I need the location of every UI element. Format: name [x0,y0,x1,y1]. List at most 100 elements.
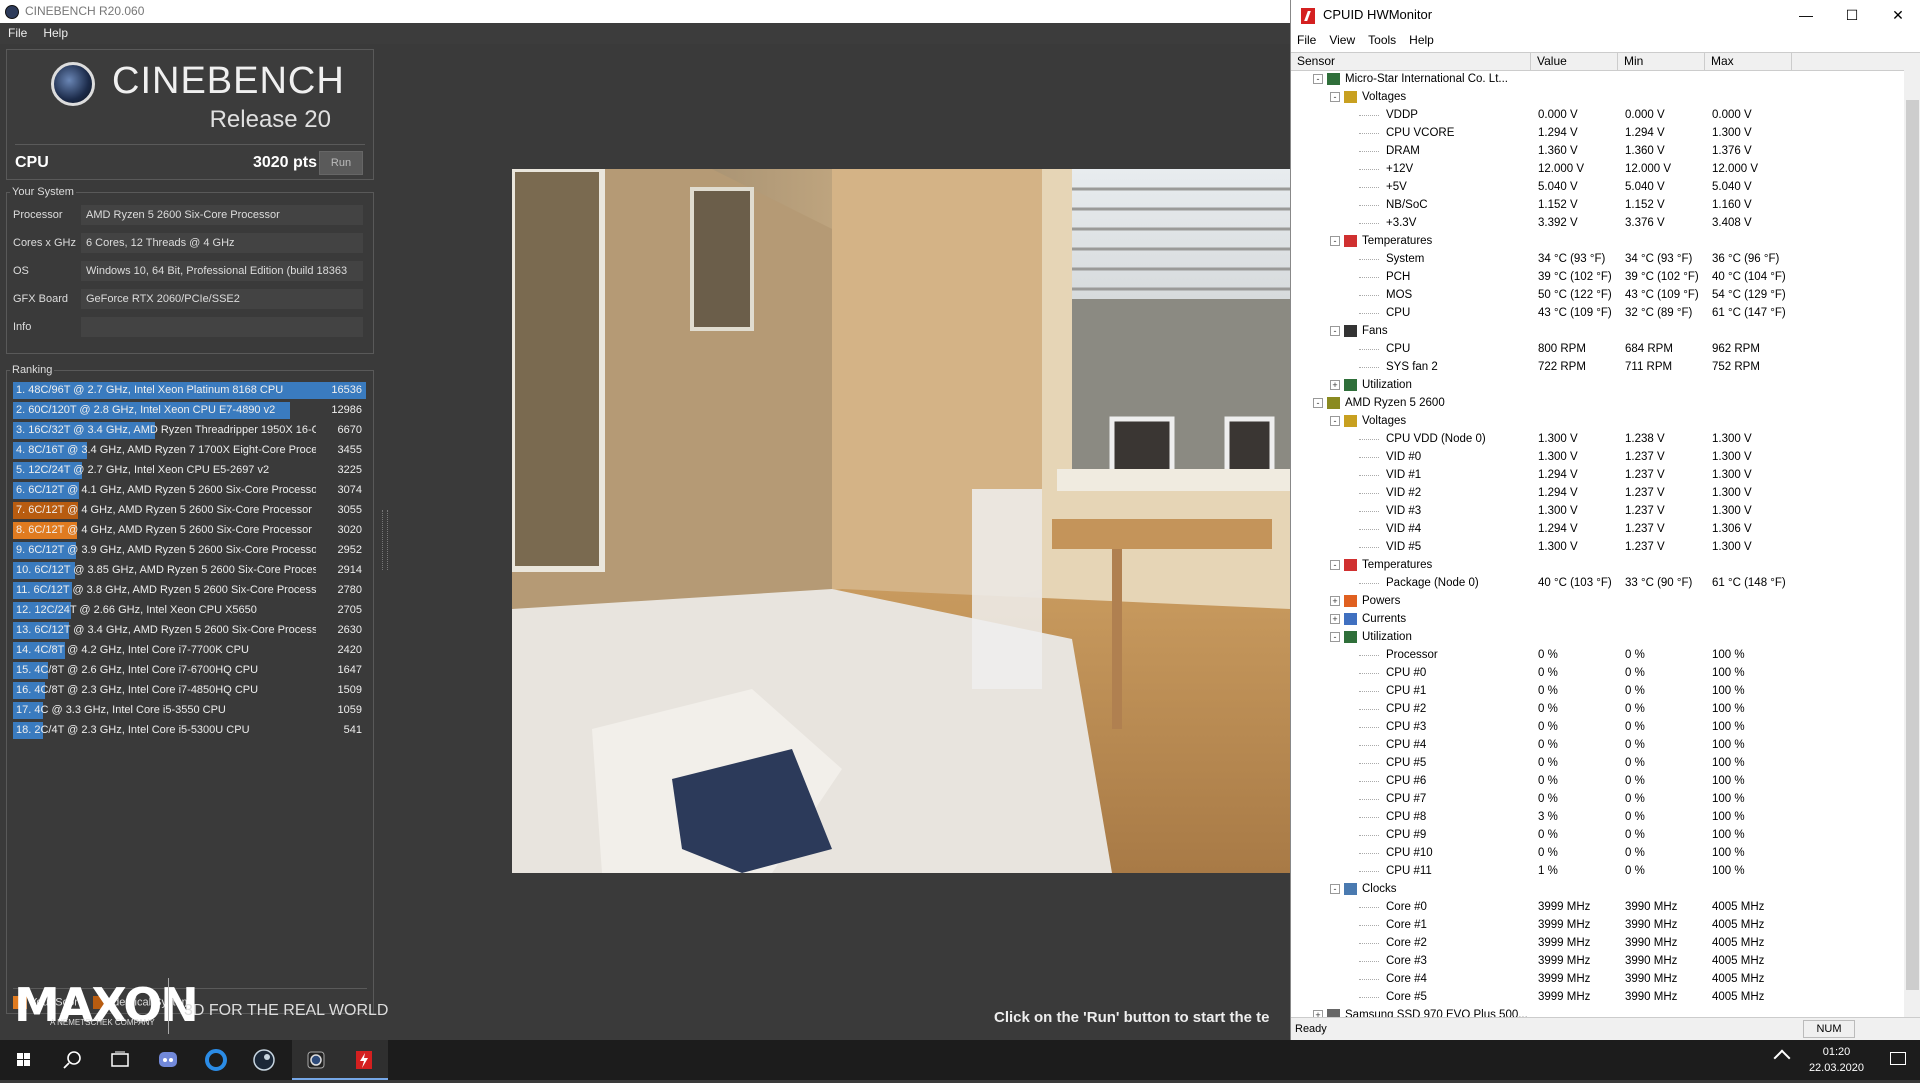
start-icon[interactable] [0,1040,48,1080]
device-row[interactable]: - AMD Ryzen 5 2600 [1291,394,1903,412]
sensor-row[interactable]: VID #3 1.300 V 1.237 V 1.300 V [1291,502,1903,520]
menu-view[interactable]: View [1323,30,1362,50]
collapse-icon[interactable]: - [1330,92,1340,102]
sensor-row[interactable]: CPU VCORE 1.294 V 1.294 V 1.300 V [1291,124,1903,142]
ranking-row[interactable]: 17. 4C @ 3.3 GHz, Intel Core i5-3550 CPU… [13,702,368,719]
sensor-row[interactable]: CPU #9 0 % 0 % 100 % [1291,826,1903,844]
sensor-row[interactable]: Core #4 3999 MHz 3990 MHz 4005 MHz [1291,970,1903,988]
sensor-row[interactable]: CPU #1 0 % 0 % 100 % [1291,682,1903,700]
sensor-group-row[interactable]: - Temperatures [1291,556,1903,574]
collapse-icon[interactable]: - [1330,884,1340,894]
notification-icon[interactable] [1890,1052,1906,1065]
collapse-icon[interactable]: - [1313,398,1323,408]
sensor-group-row[interactable]: - Utilization [1291,628,1903,646]
sensor-row[interactable]: NB/SoC 1.152 V 1.152 V 1.160 V [1291,196,1903,214]
sensor-row[interactable]: SYS fan 2 722 RPM 711 RPM 752 RPM [1291,358,1903,376]
sensor-row[interactable]: DRAM 1.360 V 1.360 V 1.376 V [1291,142,1903,160]
collapse-icon[interactable]: - [1330,326,1340,336]
sensor-row[interactable]: CPU #6 0 % 0 % 100 % [1291,772,1903,790]
expand-icon[interactable]: + [1330,614,1340,624]
column-value[interactable]: Value [1531,53,1618,70]
collapse-icon[interactable]: - [1330,560,1340,570]
collapse-icon[interactable]: - [1330,632,1340,642]
sensor-row[interactable]: VID #0 1.300 V 1.237 V 1.300 V [1291,448,1903,466]
menu-file[interactable]: File [1291,30,1323,50]
sensor-row[interactable]: CPU VDD (Node 0) 1.300 V 1.238 V 1.300 V [1291,430,1903,448]
ranking-row[interactable]: 10. 6C/12T @ 3.85 GHz, AMD Ryzen 5 2600 … [13,562,368,579]
ranking-row[interactable]: 15. 4C/8T @ 2.6 GHz, Intel Core i7-6700H… [13,662,368,679]
sensor-row[interactable]: CPU #10 0 % 0 % 100 % [1291,844,1903,862]
sensor-row[interactable]: Core #3 3999 MHz 3990 MHz 4005 MHz [1291,952,1903,970]
ranking-row[interactable]: 1. 48C/96T @ 2.7 GHz, Intel Xeon Platinu… [13,382,368,399]
collapse-icon[interactable]: - [1330,236,1340,246]
steam-icon[interactable] [240,1040,288,1080]
sensor-group-row[interactable]: - Temperatures [1291,232,1903,250]
menu-help[interactable]: Help [35,23,76,44]
sensor-group-row[interactable]: + Utilization [1291,376,1903,394]
sensor-row[interactable]: CPU 43 °C (109 °F) 32 °C (89 °F) 61 °C (147… [1291,304,1903,322]
sensor-row[interactable]: Core #0 3999 MHz 3990 MHz 4005 MHz [1291,898,1903,916]
sensor-group-row[interactable]: - Clocks [1291,880,1903,898]
scrollbar-thumb[interactable] [1906,100,1919,990]
sensor-row[interactable]: CPU #11 1 % 0 % 100 % [1291,862,1903,880]
ranking-row[interactable]: 16. 4C/8T @ 2.3 GHz, Intel Core i7-4850H… [13,682,368,699]
panel-resize-handle[interactable] [382,510,388,570]
ranking-row[interactable]: 8. 6C/12T @ 4 GHz, AMD Ryzen 5 2600 Six-… [13,522,368,539]
menu-help[interactable]: Help [1403,30,1441,50]
sensor-row[interactable]: PCH 39 °C (102 °F) 39 °C (102 °F) 40 °C (10… [1291,268,1903,286]
sensor-row[interactable]: VDDP 0.000 V 0.000 V 0.000 V [1291,106,1903,124]
cinebench-icon[interactable] [292,1040,340,1080]
sensor-row[interactable]: CPU #4 0 % 0 % 100 % [1291,736,1903,754]
discord-icon[interactable] [144,1040,192,1080]
sensor-tree-scrollbar[interactable] [1904,70,1920,1018]
ranking-row[interactable]: 7. 6C/12T @ 4 GHz, AMD Ryzen 5 2600 Six-… [13,502,368,519]
run-button[interactable]: Run [319,151,363,175]
sensor-group-row[interactable]: + Powers [1291,592,1903,610]
ranking-row[interactable]: 11. 6C/12T @ 3.8 GHz, AMD Ryzen 5 2600 S… [13,582,368,599]
sensor-row[interactable]: CPU #0 0 % 0 % 100 % [1291,664,1903,682]
ranking-row[interactable]: 4. 8C/16T @ 3.4 GHz, AMD Ryzen 7 1700X E… [13,442,368,459]
menu-tools[interactable]: Tools [1362,30,1403,50]
ranking-row[interactable]: 2. 60C/120T @ 2.8 GHz, Intel Xeon CPU E7… [13,402,368,419]
sensor-row[interactable]: CPU #5 0 % 0 % 100 % [1291,754,1903,772]
device-row[interactable]: - Micro-Star International Co. Lt... [1291,70,1903,88]
ranking-row[interactable]: 6. 6C/12T @ 4.1 GHz, AMD Ryzen 5 2600 Si… [13,482,368,499]
sensor-row[interactable]: +12V 12.000 V 12.000 V 12.000 V [1291,160,1903,178]
taskbar-clock[interactable]: 01:20 22.03.2020 [1809,1044,1864,1076]
ranking-row[interactable]: 9. 6C/12T @ 3.9 GHz, AMD Ryzen 5 2600 Si… [13,542,368,559]
column-sensor[interactable]: Sensor [1291,53,1531,70]
task-view-icon[interactable] [96,1040,144,1080]
sensor-row[interactable]: MOS 50 °C (122 °F) 43 °C (109 °F) 54 °C (12… [1291,286,1903,304]
sensor-group-row[interactable]: + Currents [1291,610,1903,628]
sensor-group-row[interactable]: - Voltages [1291,88,1903,106]
sensor-row[interactable]: Processor 0 % 0 % 100 % [1291,646,1903,664]
minimize-icon[interactable]: — [1783,0,1829,30]
close-icon[interactable]: ✕ [1875,0,1920,30]
ranking-row[interactable]: 13. 6C/12T @ 3.4 GHz, AMD Ryzen 5 2600 S… [13,622,368,639]
edge-icon[interactable] [192,1040,240,1080]
collapse-icon[interactable]: - [1313,74,1323,84]
tray-chevron-icon[interactable] [1773,1049,1791,1067]
sensor-row[interactable]: VID #4 1.294 V 1.237 V 1.306 V [1291,520,1903,538]
expand-icon[interactable]: + [1330,380,1340,390]
sensor-row[interactable]: Package (Node 0) 40 °C (103 °F) 33 °C (90 … [1291,574,1903,592]
info-input[interactable] [81,317,363,337]
ranking-row[interactable]: 14. 4C/8T @ 4.2 GHz, Intel Core i7-7700K… [13,642,368,659]
collapse-icon[interactable]: - [1330,416,1340,426]
sensor-group-row[interactable]: - Fans [1291,322,1903,340]
sensor-row[interactable]: CPU #3 0 % 0 % 100 % [1291,718,1903,736]
sensor-row[interactable]: CPU #7 0 % 0 % 100 % [1291,790,1903,808]
search-icon[interactable] [48,1040,96,1080]
column-min[interactable]: Min [1618,53,1705,70]
ranking-row[interactable]: 5. 12C/24T @ 2.7 GHz, Intel Xeon CPU E5-… [13,462,368,479]
column-max[interactable]: Max [1705,53,1792,70]
menu-file[interactable]: File [0,23,35,44]
hwmonitor-icon[interactable] [340,1040,388,1080]
ranking-row[interactable]: 12. 12C/24T @ 2.66 GHz, Intel Xeon CPU X… [13,602,368,619]
sensor-row[interactable]: VID #2 1.294 V 1.237 V 1.300 V [1291,484,1903,502]
sensor-row[interactable]: CPU #2 0 % 0 % 100 % [1291,700,1903,718]
sensor-row[interactable]: Core #1 3999 MHz 3990 MHz 4005 MHz [1291,916,1903,934]
sensor-row[interactable]: CPU 800 RPM 684 RPM 962 RPM [1291,340,1903,358]
sensor-row[interactable]: CPU #8 3 % 0 % 100 % [1291,808,1903,826]
sensor-row[interactable]: VID #5 1.300 V 1.237 V 1.300 V [1291,538,1903,556]
